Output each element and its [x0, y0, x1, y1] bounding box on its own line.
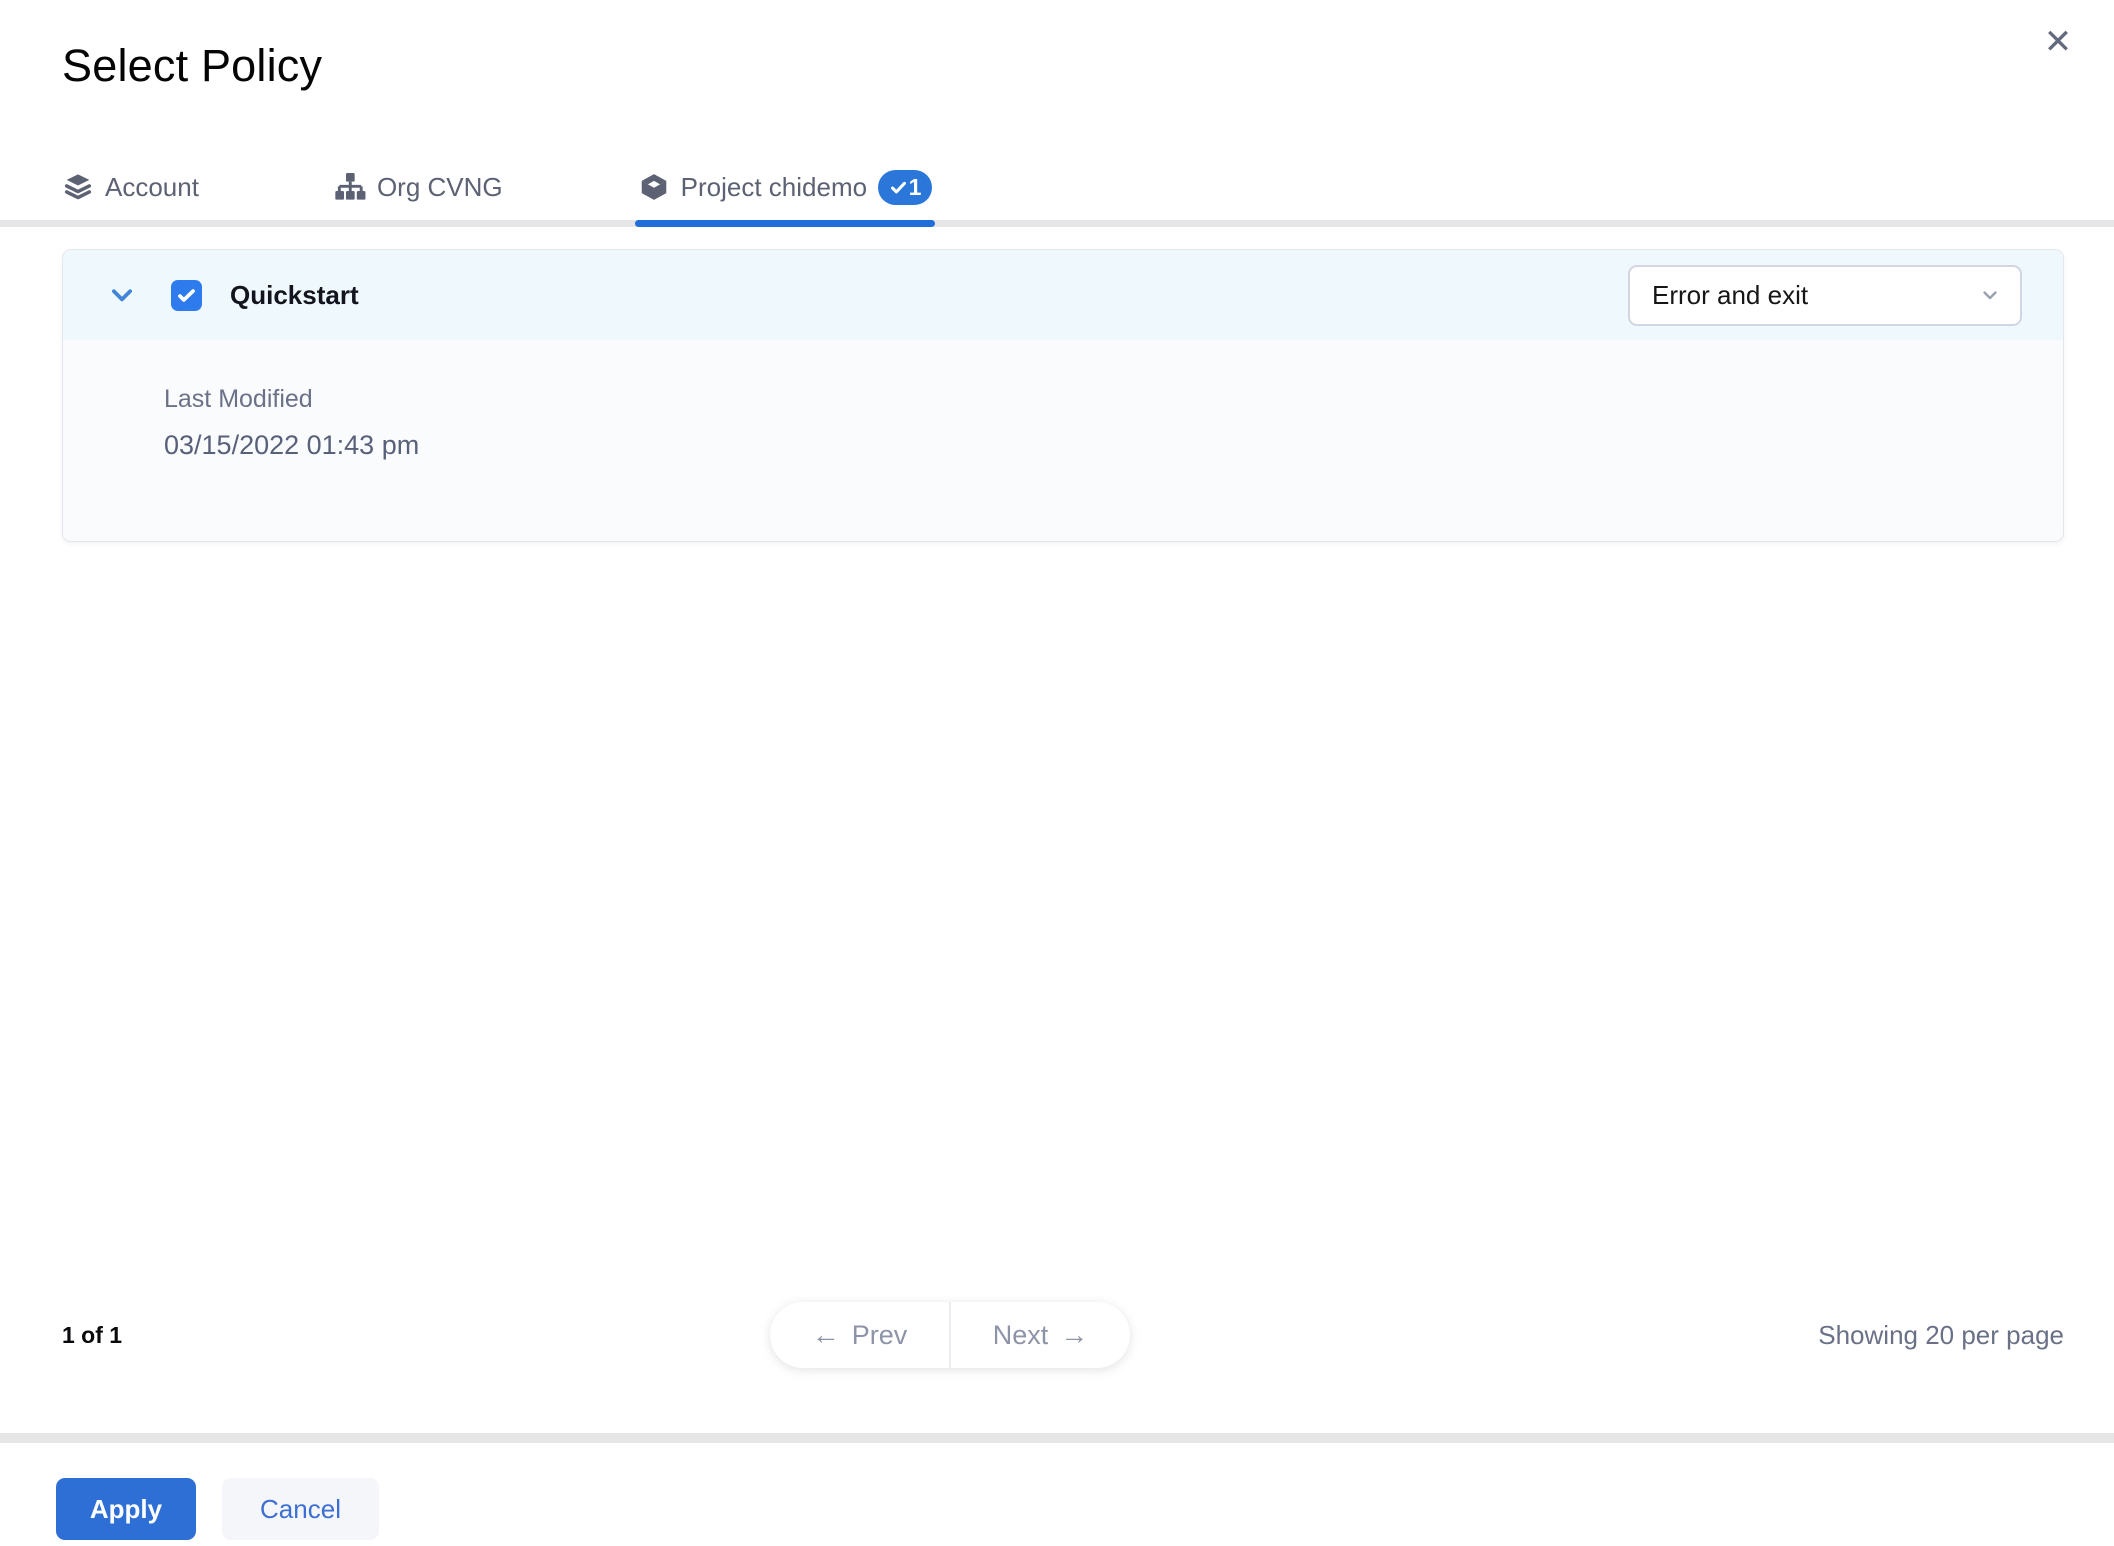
apply-button[interactable]: Apply — [56, 1478, 196, 1540]
next-label: Next — [992, 1319, 1049, 1350]
footer-divider — [0, 1433, 2114, 1443]
scope-tabs: Account Org CVNG Project chidemo 1 — [62, 154, 2114, 227]
arrow-left-icon: ← — [811, 1319, 840, 1350]
policy-row-details: Last Modified 03/15/2022 01:43 pm — [63, 340, 2063, 541]
arrow-right-icon: → — [1060, 1319, 1089, 1350]
cube-icon — [638, 171, 670, 203]
empty-space — [62, 542, 2064, 1302]
policy-row-header: Quickstart Error and exit — [63, 250, 2063, 340]
policy-name: Quickstart — [230, 279, 359, 310]
badge-count: 1 — [908, 173, 922, 200]
tab-org-cvng[interactable]: Org CVNG — [334, 154, 503, 220]
pagination-bar: 1 of 1 ← Prev Next → Showing 20 per page — [62, 1302, 2064, 1368]
close-icon: ✕ — [2043, 23, 2073, 61]
org-chart-icon — [334, 171, 366, 203]
tab-label: Project chidemo — [680, 171, 868, 202]
page-indicator: 1 of 1 — [62, 1321, 123, 1348]
prev-label: Prev — [851, 1319, 908, 1350]
policy-list: Quickstart Error and exit Last Modified … — [0, 227, 2114, 1433]
check-icon — [178, 288, 195, 302]
pager-pill: ← Prev Next → — [770, 1302, 1130, 1368]
cancel-button[interactable]: Cancel — [222, 1478, 379, 1540]
tab-label: Account — [105, 171, 199, 202]
expand-chevron-icon[interactable] — [105, 278, 139, 312]
policy-action-value: Error and exit — [1652, 279, 1809, 310]
last-modified-label: Last Modified — [164, 385, 313, 413]
next-button[interactable]: Next → — [951, 1302, 1130, 1368]
tab-account[interactable]: Account — [62, 154, 199, 220]
modal-footer: Apply Cancel — [0, 1443, 2114, 1546]
tabs-divider — [0, 220, 2114, 227]
close-button[interactable]: ✕ — [2032, 16, 2084, 68]
policy-checkbox[interactable] — [171, 279, 202, 311]
selected-count-badge: 1 — [878, 169, 933, 205]
layers-icon — [62, 171, 94, 203]
select-policy-modal: ✕ Select Policy Account Org CVNG Project… — [0, 0, 2114, 1546]
tab-project-chidemo[interactable]: Project chidemo 1 — [634, 154, 936, 227]
prev-button[interactable]: ← Prev — [770, 1302, 951, 1368]
policy-action-select[interactable]: Error and exit — [1628, 264, 2022, 326]
per-page-indicator: Showing 20 per page — [1818, 1319, 2064, 1350]
last-modified-value: 03/15/2022 01:43 pm — [164, 430, 420, 460]
policy-card: Quickstart Error and exit Last Modified … — [62, 249, 2064, 542]
tab-label: Org CVNG — [376, 171, 503, 202]
chevron-down-icon — [1978, 283, 2002, 307]
checkmark-icon — [889, 178, 908, 197]
modal-title: Select Policy — [62, 40, 323, 91]
